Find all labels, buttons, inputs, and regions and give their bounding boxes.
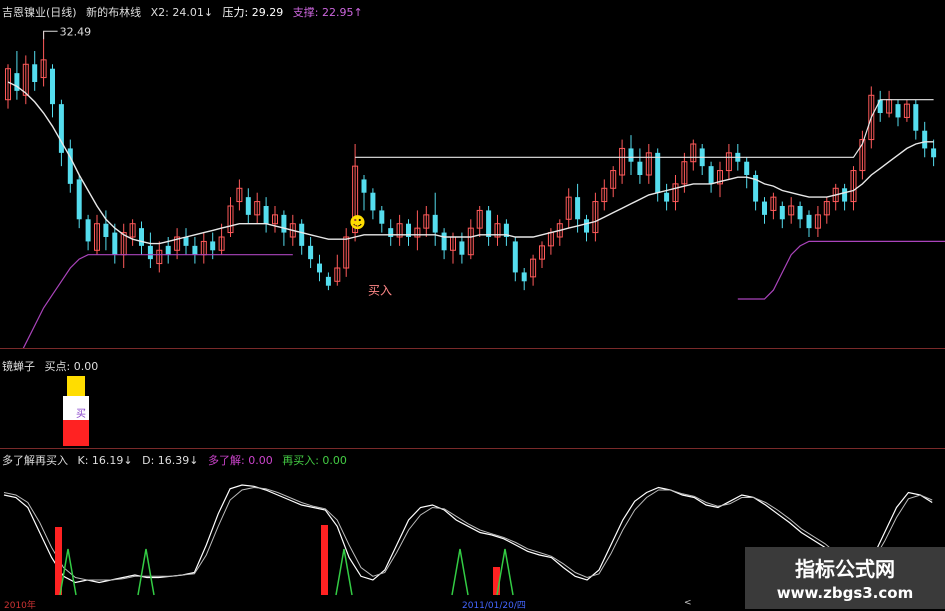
candle-body [575, 197, 581, 220]
x-axis-mid: 2011/01/20/四 [462, 601, 526, 611]
candle-body [655, 152, 661, 193]
candle-body [281, 214, 287, 233]
k-value: K: 16.19↓ [77, 454, 133, 467]
candle-body [370, 192, 376, 211]
indicator-name: 新的布林线 [86, 6, 142, 19]
main-legend: 吉恩镍业(日线) 新的布林线 X2: 24.01↓ 压力: 29.29 支撑: … [2, 4, 369, 20]
d-value: D: 16.39↓ [142, 454, 199, 467]
x-axis-end[interactable]: < [684, 598, 692, 608]
candle-body [877, 99, 883, 113]
candle-body [379, 210, 385, 224]
candle-body [361, 179, 367, 193]
buy-point-value: 买点: 0.00 [44, 360, 99, 373]
candle-body [913, 104, 919, 131]
candle-body [192, 245, 198, 255]
pane-divider [0, 348, 945, 349]
watermark-title: 指标公式网 [795, 557, 895, 581]
candle-body [432, 214, 438, 233]
candle-body [308, 245, 314, 260]
watermark: 指标公式网 www.zbgs3.com [745, 547, 945, 609]
buy-label: 买入 [368, 284, 392, 298]
candle-body [388, 228, 394, 237]
stock-title: 吉恩镍业(日线) [2, 6, 77, 19]
candle-body [317, 263, 322, 273]
pane-divider-2 [0, 448, 945, 449]
more-value: 多了解: 0.00 [208, 454, 273, 467]
candle-body [512, 241, 518, 273]
candle-body [299, 223, 305, 246]
candle-body [922, 130, 928, 149]
candle-body [147, 245, 153, 260]
candle-body [183, 237, 189, 246]
mid-indicator-name: 镜蝉子 [2, 360, 35, 373]
candle-body [521, 272, 527, 282]
candle-body [76, 179, 82, 220]
candle-body [139, 228, 144, 246]
candle-body [210, 241, 216, 251]
candle-body [806, 214, 812, 229]
candle-body [708, 166, 714, 184]
candle-body [779, 206, 785, 220]
candle-body [325, 276, 331, 286]
candle-body [32, 64, 38, 82]
signal-triangle-0 [59, 548, 77, 596]
candlestick-chart: 32.49 ☻ 买入 [5, 25, 945, 348]
buy-point-pane[interactable]: 镜蝉子 买点: 0.00 买 [0, 352, 945, 448]
support-value: 支撑: 22.95↑ [292, 6, 363, 19]
candle-body [797, 206, 803, 220]
candle-body [842, 188, 848, 202]
candle-body [245, 197, 251, 215]
candle-body [50, 68, 55, 105]
main-chart-pane[interactable]: 吉恩镍业(日线) 新的布林线 X2: 24.01↓ 压力: 29.29 支撑: … [0, 0, 945, 348]
candle-body [762, 201, 767, 215]
candle-body [263, 206, 269, 224]
peak-price-label: 32.49 [60, 25, 92, 38]
series-line-1 [355, 99, 934, 158]
mid-legend: 镜蝉子 买点: 0.00 [2, 358, 104, 374]
candle-body [85, 219, 91, 242]
low-legend: 多了解再买入 K: 16.19↓ D: 16.39↓ 多了解: 0.00 再买入… [2, 452, 353, 468]
buy-point-chart: 买 [63, 376, 89, 446]
signal-triangle-3 [451, 548, 469, 596]
x2-value: X2: 24.01↓ [150, 6, 214, 19]
candle-body [637, 161, 643, 175]
pressure-value: 压力: 29.29 [222, 6, 284, 19]
candle-body [459, 241, 465, 255]
candle-body [584, 219, 589, 233]
candle-body [441, 232, 447, 251]
watermark-url: www.zbgs3.com [776, 584, 914, 602]
signal-triangle-1 [137, 548, 155, 596]
x-axis-start: 2010年 [4, 601, 36, 611]
candle-body [486, 210, 492, 237]
candle-body [931, 148, 937, 158]
candle-body [628, 148, 634, 162]
candle-body [664, 192, 670, 202]
buy-bar-red [63, 420, 89, 446]
signal-bar-1 [321, 525, 328, 595]
smiley-icon: ☻ [349, 213, 366, 232]
candle-body [165, 245, 171, 255]
candle-body [895, 104, 901, 118]
candle-body [112, 232, 118, 255]
signal-triangle-2 [335, 548, 353, 596]
peak-marker [43, 30, 58, 40]
low-indicator-name: 多了解再买入 [2, 454, 68, 467]
candle-body [744, 161, 750, 175]
signal-bar-0 [55, 527, 62, 595]
rebuy-value: 再买入: 0.00 [282, 454, 347, 467]
buy-bar-yellow [67, 376, 85, 396]
buy-bar-text: 买 [76, 408, 86, 420]
candle-body [103, 223, 109, 237]
